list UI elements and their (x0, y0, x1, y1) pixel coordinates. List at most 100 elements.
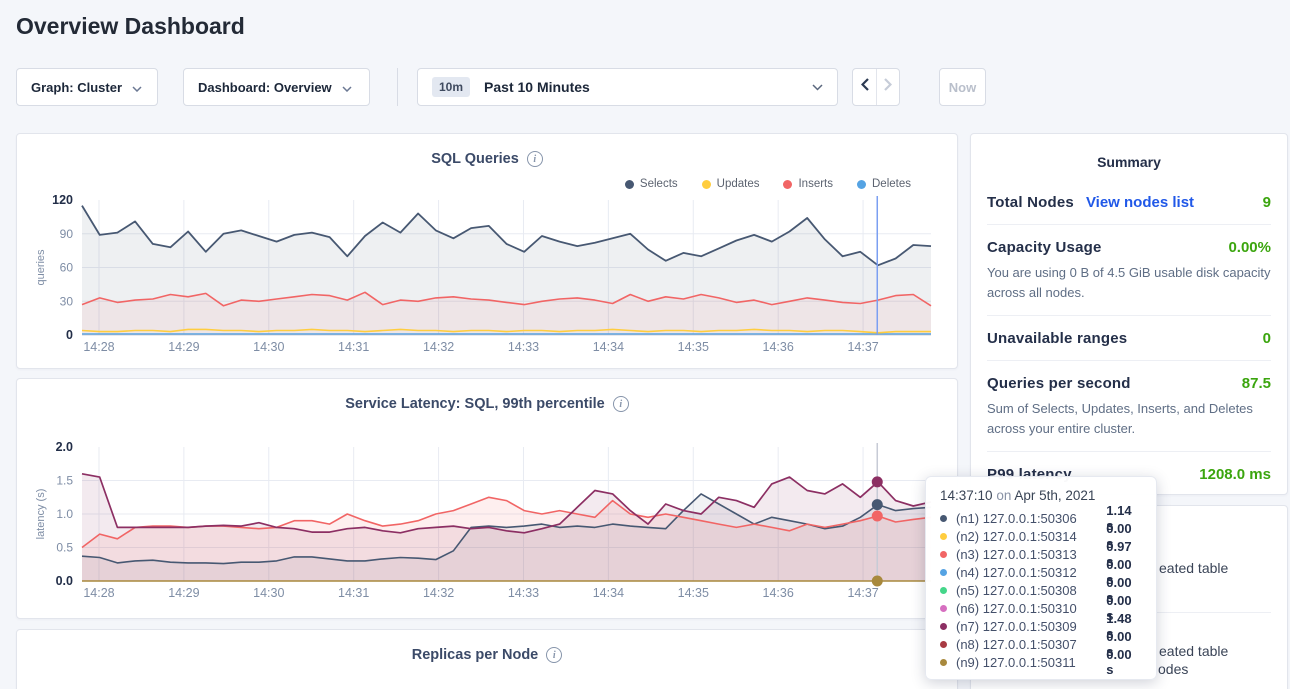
svg-text:14:29: 14:29 (168, 340, 199, 354)
svg-text:14:33: 14:33 (508, 340, 539, 354)
chevron-down-icon (132, 80, 142, 95)
summary-value: 9 (1263, 194, 1271, 211)
series-dot-icon (940, 605, 947, 612)
series-dot-icon (940, 515, 947, 522)
chart-hover-tooltip: 14:37:10 on Apr 5th, 2021 (n1) 127.0.0.1… (925, 476, 1157, 680)
svg-text:latency (s): latency (s) (35, 489, 47, 540)
chevron-right-icon (884, 78, 892, 96)
event-text-fragment: eated table (1159, 643, 1228, 659)
event-text-fragment: eated table (1159, 560, 1228, 576)
summary-description: You are using 0 B of 4.5 GiB usable disk… (987, 263, 1271, 302)
svg-text:0.0: 0.0 (56, 574, 73, 588)
svg-text:120: 120 (52, 193, 73, 207)
legend-dot-icon (702, 180, 711, 189)
svg-text:14:32: 14:32 (423, 586, 454, 600)
summary-row: Queries per second 87.5 Sum of Selects, Up… (987, 361, 1271, 452)
graph-dropdown-label: Graph: Cluster (31, 80, 122, 95)
svg-text:14:37: 14:37 (847, 586, 878, 600)
svg-text:14:36: 14:36 (763, 586, 794, 600)
sql-queries-title-row: SQL Queries i (17, 151, 957, 167)
dashboard-dropdown-label: Dashboard: Overview (198, 80, 332, 95)
svg-text:14:33: 14:33 (508, 586, 539, 600)
overview-dashboard-page: Overview Dashboard Graph: Cluster Dashbo… (0, 0, 1290, 689)
view-nodes-list-link[interactable]: View nodes list (1086, 194, 1194, 211)
series-dot-icon (940, 533, 947, 540)
next-time-button[interactable] (876, 69, 899, 105)
info-icon[interactable]: i (527, 151, 543, 167)
svg-text:14:32: 14:32 (423, 340, 454, 354)
svg-text:14:35: 14:35 (678, 340, 709, 354)
chevron-down-icon (342, 80, 352, 95)
svg-text:1.0: 1.0 (56, 507, 73, 521)
summary-row: Capacity Usage 0.00% You are using 0 B of … (987, 225, 1271, 316)
dashboard-dropdown[interactable]: Dashboard: Overview (183, 68, 370, 106)
replicas-title: Replicas per Node (412, 647, 539, 663)
event-text-fragment: odes (1158, 661, 1188, 677)
svg-text:14:30: 14:30 (253, 586, 284, 600)
legend-item-deletes: Deletes (857, 178, 911, 190)
sql-queries-title: SQL Queries (431, 151, 519, 167)
svg-text:14:28: 14:28 (83, 586, 114, 600)
svg-text:14:28: 14:28 (83, 340, 114, 354)
summary-row: Total NodesView nodes list9 (987, 180, 1271, 225)
summary-value: 0 (1263, 330, 1271, 347)
summary-panel: Summary Total NodesView nodes list9Capac… (970, 133, 1288, 495)
series-dot-icon (940, 551, 947, 558)
summary-title: Summary (971, 154, 1287, 170)
svg-text:90: 90 (60, 227, 74, 241)
svg-text:14:29: 14:29 (168, 586, 199, 600)
service-latency-card: Service Latency: SQL, 99th percentile i … (16, 378, 958, 619)
toolbar-divider (397, 68, 398, 106)
series-dot-icon (940, 569, 947, 576)
previous-time-button[interactable] (853, 69, 876, 105)
service-latency-title-row: Service Latency: SQL, 99th percentile i (17, 396, 957, 412)
graph-dropdown[interactable]: Graph: Cluster (16, 68, 158, 106)
summary-value: 0.00% (1228, 239, 1271, 256)
summary-value: 87.5 (1242, 375, 1271, 392)
summary-label: Unavailable ranges (987, 330, 1127, 347)
svg-text:14:31: 14:31 (338, 586, 369, 600)
sql-queries-chart[interactable]: 14:2814:2914:3014:3114:3214:3314:3414:35… (31, 190, 937, 356)
service-latency-title: Service Latency: SQL, 99th percentile (345, 396, 605, 412)
svg-text:14:30: 14:30 (253, 340, 284, 354)
series-dot-icon (940, 623, 947, 630)
time-range-picker[interactable]: 10m Past 10 Minutes (417, 68, 838, 106)
time-step-buttons (852, 68, 900, 106)
chevron-down-icon (812, 78, 823, 96)
svg-text:60: 60 (60, 261, 74, 275)
tooltip-row: (n9) 127.0.0.1:503110.00 s (940, 653, 1142, 671)
summary-row: Unavailable ranges 0 (987, 316, 1271, 361)
legend-item-selects: Selects (625, 178, 678, 190)
legend-item-inserts: Inserts (783, 178, 833, 190)
svg-text:0: 0 (66, 328, 73, 342)
now-button[interactable]: Now (939, 68, 986, 106)
info-icon[interactable]: i (613, 396, 629, 412)
time-range-badge: 10m (432, 77, 470, 97)
replicas-per-node-card: Replicas per Node i (16, 629, 958, 689)
service-latency-chart[interactable]: 14:28 14:29 14:30 14:31 14:32 14:33 14:34 14:35… (31, 435, 937, 603)
svg-text:14:37: 14:37 (847, 340, 878, 354)
summary-value: 1208.0 ms (1199, 466, 1271, 483)
svg-text:14:36: 14:36 (763, 340, 794, 354)
replicas-title-row: Replicas per Node i (17, 647, 957, 663)
sql-queries-legend: Selects Updates Inserts Deletes (625, 178, 911, 190)
series-dot-icon (940, 641, 947, 648)
legend-dot-icon (783, 180, 792, 189)
chevron-left-icon (861, 78, 869, 96)
svg-text:14:34: 14:34 (593, 340, 624, 354)
svg-text:14:35: 14:35 (678, 586, 709, 600)
legend-item-updates: Updates (702, 178, 760, 190)
legend-dot-icon (625, 180, 634, 189)
summary-label: Queries per second (987, 375, 1131, 392)
summary-rows: Total NodesView nodes list9Capacity Usag… (971, 170, 1287, 495)
legend-dot-icon (857, 180, 866, 189)
series-dot-icon (940, 659, 947, 666)
summary-description: Sum of Selects, Updates, Inserts, and De… (987, 399, 1271, 438)
svg-text:0.5: 0.5 (56, 541, 73, 555)
tooltip-timestamp: 14:37:10 on Apr 5th, 2021 (940, 488, 1142, 503)
svg-text:14:34: 14:34 (593, 586, 624, 600)
page-title: Overview Dashboard (16, 13, 245, 40)
series-dot-icon (940, 587, 947, 594)
info-icon[interactable]: i (546, 647, 562, 663)
summary-label: Capacity Usage (987, 239, 1102, 256)
